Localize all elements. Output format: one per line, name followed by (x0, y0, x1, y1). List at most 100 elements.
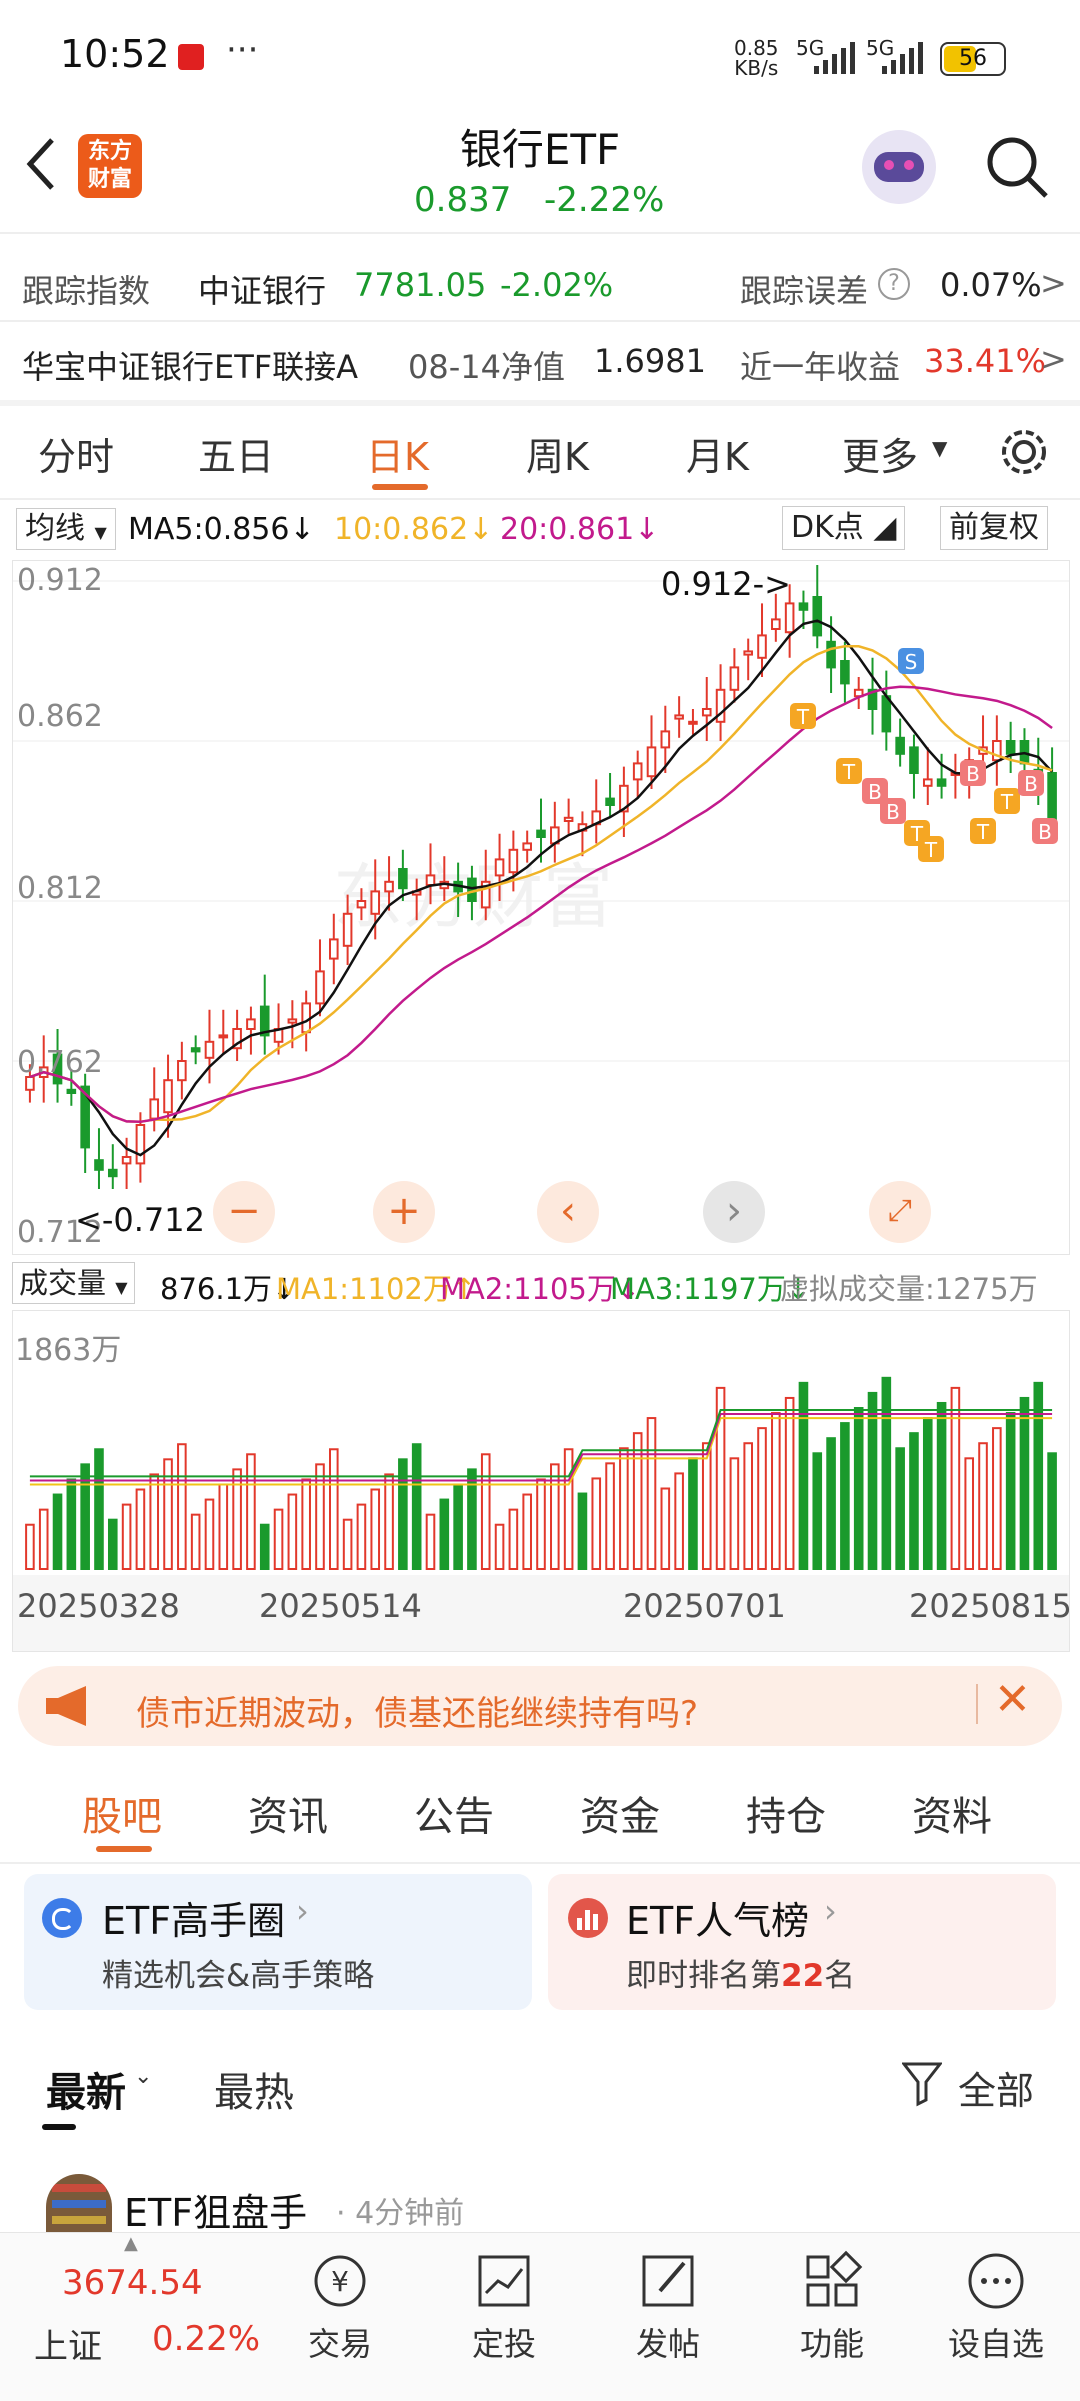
volume-bar (135, 1488, 146, 1570)
close-icon[interactable]: ✕ (994, 1674, 1031, 1725)
signal-icon-2 (882, 42, 923, 74)
zoom-out-button[interactable]: − (213, 1181, 275, 1243)
x-label-2: 20250701 (623, 1587, 786, 1625)
candle (536, 829, 546, 839)
candle (218, 1034, 229, 1039)
tab-monthly-k[interactable]: 月K (686, 426, 749, 481)
volume-bar (204, 1498, 215, 1571)
header: 东方 财富 银行ETF 0.837 -2.22% (0, 112, 1080, 232)
adjust-button[interactable]: 前复权 (940, 506, 1048, 550)
chevron-right-icon: › (296, 1892, 309, 1930)
volume-bar (688, 1457, 698, 1570)
chevron-right-icon: › (824, 1892, 837, 1930)
rank-number: 22 (781, 1958, 825, 1994)
volume-selector[interactable]: 成交量 ▼ (12, 1262, 135, 1304)
chevron-right-icon: > (1040, 340, 1067, 378)
news-banner[interactable]: 债市近期波动，债基还能继续持有吗? ✕ (18, 1666, 1062, 1746)
etf-expert-card[interactable]: ETF高手圈 › 精选机会&高手策略 (24, 1874, 532, 2010)
settings-gear-icon[interactable] (996, 424, 1052, 480)
back-icon[interactable] (20, 134, 60, 194)
nav-sip[interactable]: 定投 (444, 2245, 564, 2395)
volume-bar (743, 1442, 753, 1571)
volume-chart[interactable]: 1863万 20250328 20250514 20250701 2025081… (12, 1310, 1072, 1652)
candle (895, 736, 905, 755)
volume-bar (425, 1513, 436, 1571)
filter-label[interactable]: 全部 (958, 2060, 1034, 2115)
tab-news[interactable]: 资讯 (248, 1784, 328, 1842)
volume-bar (177, 1443, 187, 1570)
volume-bar (370, 1488, 381, 1570)
battery-icon: 56 (940, 42, 1006, 76)
linked-yield-value: 33.41% (924, 342, 1047, 380)
scroll-left-button[interactable]: ‹ (537, 1181, 599, 1243)
volume-bar (619, 1447, 629, 1570)
volume-bar (909, 1432, 919, 1571)
watchlist-dots-icon (968, 2253, 1024, 2309)
tab-holdings[interactable]: 持仓 (746, 1784, 826, 1842)
tab-guba[interactable]: 股吧 (82, 1784, 162, 1842)
tab-more[interactable]: 更多 (842, 426, 918, 481)
nav-post[interactable]: 发帖 (608, 2245, 728, 2395)
svg-text:T: T (1000, 790, 1014, 814)
volume-bar (812, 1452, 823, 1570)
feed-tab-hot[interactable]: 最热 (214, 2060, 294, 2118)
feed-tab-latest[interactable]: 最新 (46, 2060, 126, 2118)
filter-icon[interactable] (902, 2060, 942, 2108)
trade-marker-t: T (918, 836, 944, 862)
nav-functions[interactable]: 功能 (772, 2245, 892, 2395)
candle (784, 602, 795, 634)
sh-index-value[interactable]: 3674.54 (62, 2263, 203, 2303)
x-axis: 20250328 20250514 20250701 20250815 (13, 1575, 1072, 1651)
fullscreen-button[interactable]: ⤢ (869, 1181, 931, 1243)
tracking-label: 跟踪指数 (22, 272, 151, 310)
post-username[interactable]: ETF狙盘手 (124, 2182, 307, 2237)
volume-bar (439, 1498, 450, 1571)
nav-trade[interactable]: ¥ 交易 (280, 2245, 400, 2395)
trade-marker-t: T (970, 818, 996, 844)
ranking-chart-icon (568, 1898, 608, 1938)
tab-five-day[interactable]: 五日 (198, 426, 274, 481)
volume-bar (246, 1453, 256, 1570)
assistant-robot-icon[interactable] (862, 130, 936, 204)
volume-bar (149, 1473, 160, 1571)
y-tick-2: 0.812 (17, 871, 103, 906)
header-change: -2.22% (544, 180, 665, 220)
expert-card-subtitle: 精选机会&高手策略 (102, 1958, 375, 1994)
dk-point-button[interactable]: DK点 ◢ (782, 506, 906, 550)
eastmoney-logo[interactable]: 东方 财富 (78, 134, 142, 198)
tab-profile[interactable]: 资料 (912, 1784, 992, 1842)
candle (135, 1124, 146, 1165)
tab-funds[interactable]: 资金 (580, 1784, 660, 1842)
kline-chart[interactable]: 东方财富TTBBTTBTTBBS 0.912 0.862 0.812 0.762… (12, 560, 1070, 1255)
etf-popularity-card[interactable]: ETF人气榜 › 即时排名第22名 (548, 1874, 1056, 2010)
tab-weekly-k[interactable]: 周K (526, 426, 589, 481)
expert-card-title: ETF高手圈 (102, 1899, 286, 1943)
volume-bar (1047, 1452, 1057, 1570)
zoom-in-button[interactable]: + (373, 1181, 435, 1243)
chart-tabs: 分时 五日 日K 周K 月K 更多 ▼ (0, 406, 1080, 498)
tracking-row[interactable]: 跟踪指数 中证银行 7781.05 -2.02% 跟踪误差 ? 0.07% > (0, 234, 1080, 314)
nav-watchlist[interactable]: 设自选 (936, 2245, 1056, 2395)
net-speed: 0.85 KB/s (734, 36, 779, 80)
volume-bar (52, 1493, 63, 1570)
nav-trade-label: 交易 (307, 2325, 372, 2363)
user-avatar[interactable] (46, 2174, 112, 2234)
candle (287, 1018, 298, 1024)
help-icon[interactable]: ? (878, 268, 910, 300)
tab-minute[interactable]: 分时 (38, 426, 114, 481)
candle (370, 890, 381, 915)
volume-bar (329, 1448, 339, 1571)
tab-announcement[interactable]: 公告 (414, 1784, 494, 1842)
active-tab-indicator (372, 484, 428, 490)
y-tick-3: 0.762 (17, 1045, 103, 1080)
scroll-right-button[interactable]: › (703, 1181, 765, 1243)
candle (909, 746, 919, 774)
indicator-selector[interactable]: 均线 ▼ (16, 508, 116, 550)
linked-fund-row[interactable]: 华宝中证银行ETF联接A 08-14净值 1.6981 近一年收益 33.41%… (0, 322, 1080, 400)
dropdown-icon: ▼ (932, 436, 948, 460)
volume-bar (494, 1523, 505, 1571)
sh-index-change: 0.22% (152, 2319, 261, 2359)
search-icon[interactable] (982, 132, 1052, 202)
app-notification-icon (178, 44, 204, 70)
tab-daily-k[interactable]: 日K (366, 426, 429, 481)
